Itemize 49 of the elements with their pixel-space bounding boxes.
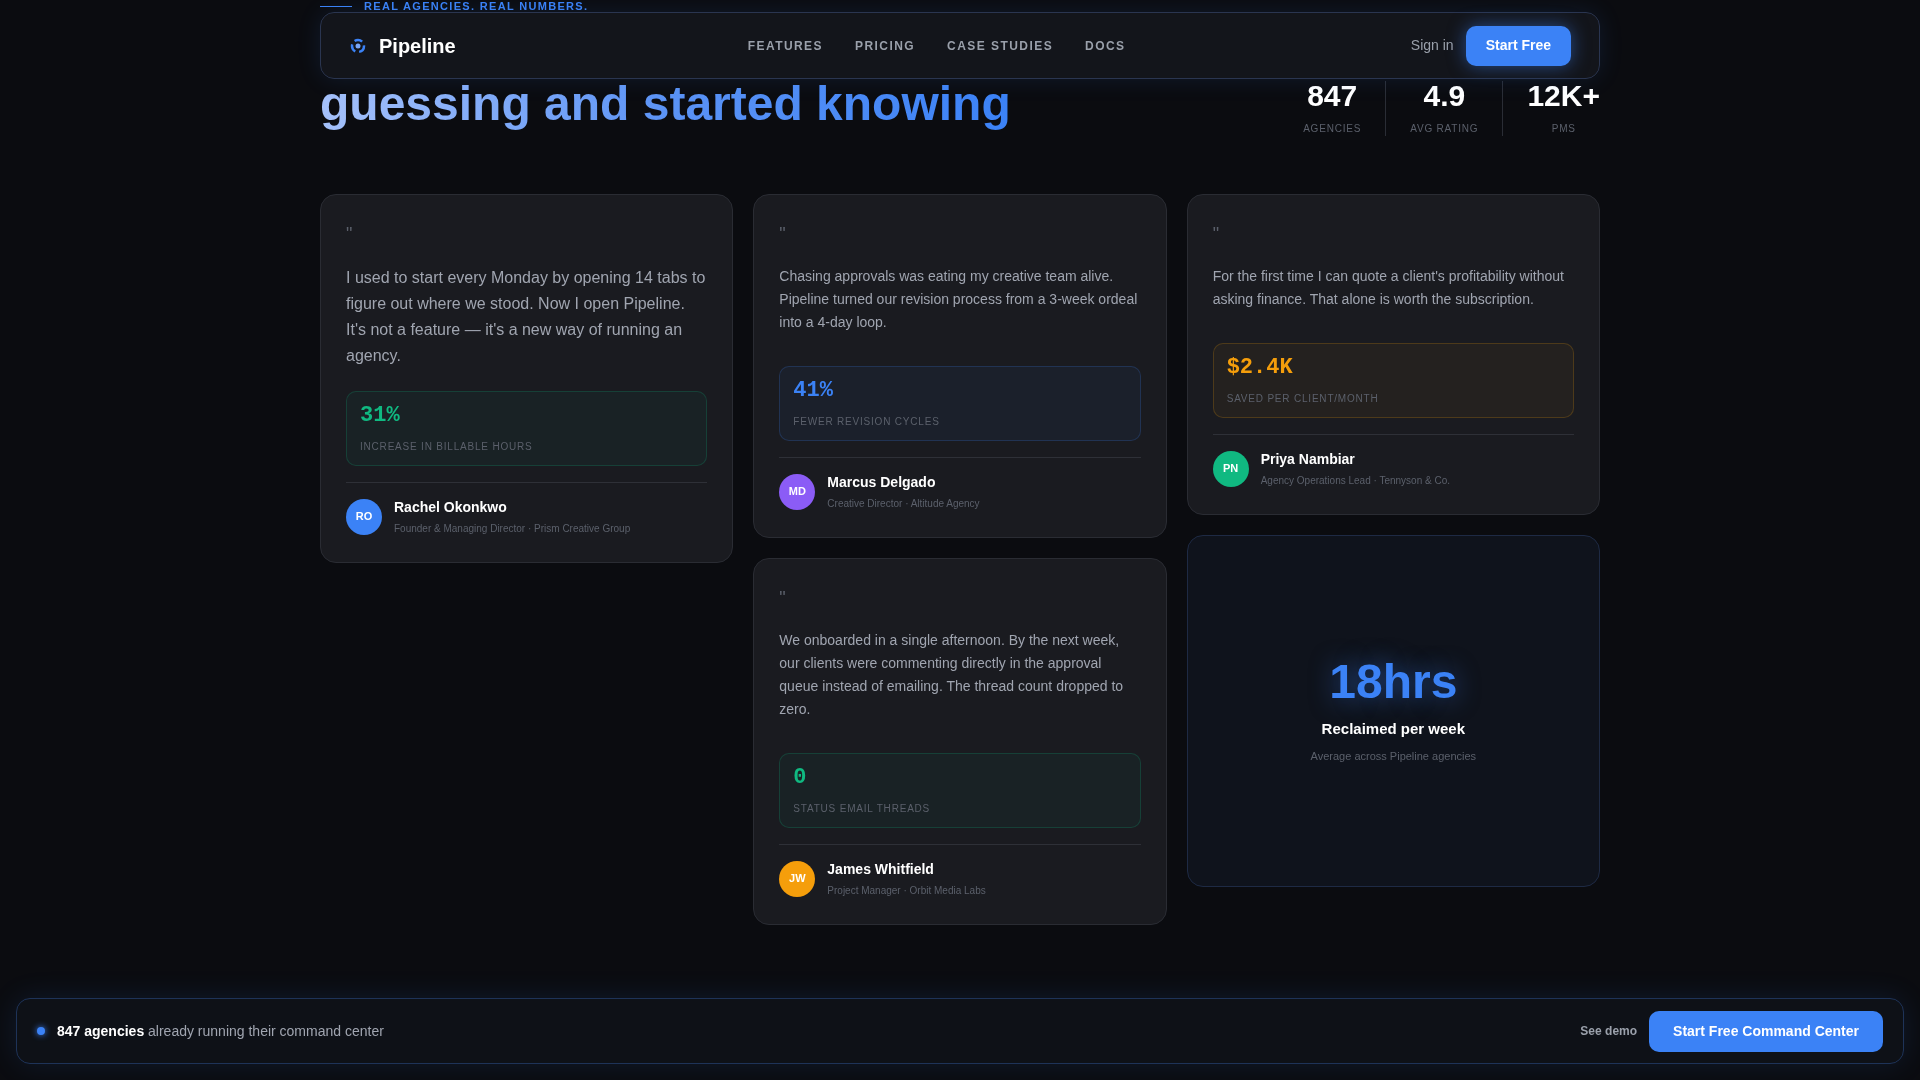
quote-text: Chasing approvals was eating my creative team alive. Pipeline turned our revision process from a 3-week ordeal into a 4-day loop. [779,267,1139,332]
nav-link[interactable]: DOCS [1085,36,1126,55]
stat-value: 18hrs [1329,657,1458,706]
quote-mark: " [346,225,354,243]
stat-value: 12K+ [1527,81,1600,111]
brand-name[interactable]: Pipeline [379,30,456,61]
see-demo-link[interactable]: See demo [1580,1022,1638,1040]
nav-link[interactable]: CASE STUDIES [947,36,1054,55]
metric-label: FEWER REVISION CYCLES [793,415,941,429]
metric-value: $2.4K [1226,357,1294,379]
avatar: RO [346,498,382,535]
avatar: PN [1212,450,1249,487]
stat-label: AGENCIES [1303,122,1362,136]
quote-text: I used to start every Monday by opening 14 tabs to figure out where we stood. Now I open Pipeline. It's not a feature — it's a new way of running an agency. [346,268,707,366]
person-role: Founder & Managing Director · Prism Creative Group [394,522,631,536]
metric-value: 41% [793,380,834,402]
stat-label: AVG RATING [1410,122,1479,136]
stat-value: 4.9 [1423,81,1466,111]
eyebrow-text: REAL AGENCIES. REAL NUMBERS. [364,0,589,12]
stat-title: Reclaimed per week [1321,718,1466,739]
person-name: Priya Nambiar [1260,450,1356,469]
nav-link[interactable]: FEATURES [747,36,823,55]
quote-mark: " [779,225,787,243]
metric-value: 31% [360,405,401,427]
sign-in-link[interactable]: Sign in [1410,35,1454,56]
stat-label: PMS [1551,122,1576,136]
stat-caption: Average across Pipeline agencies [1310,749,1477,764]
avatar: JW [779,860,816,897]
metric-label: SAVED PER CLIENT/MONTH [1226,392,1380,406]
person-name: James Whitfield [827,860,935,879]
metric-label: STATUS EMAIL THREADS [793,802,932,816]
nav-link[interactable]: PRICING [855,36,916,55]
person-role: Creative Director · Altitude Agency [827,497,980,511]
quote-mark: " [1212,225,1221,243]
start-free-command-center-button[interactable]: Start Free Command Center [1649,1010,1883,1052]
person-name: Rachel Okonkwo [394,498,508,517]
quote-mark: " [779,589,787,607]
person-role: Project Manager · Orbit Media Labs [827,884,986,898]
logo-icon [349,36,367,55]
metric-label: INCREASE IN BILLABLE HOURS [360,440,534,454]
cta-message: 847 agencies already running their command center [57,1021,384,1041]
person-role: Agency Operations Lead · Tennyson & Co. [1260,474,1451,488]
person-name: Marcus Delgado [827,473,937,492]
quote-text: For the first time I can quote a client's profitability without asking finance. That alone is worth the subscription. [1212,267,1565,309]
metric-value: 0 [793,767,808,789]
avatar: MD [779,473,816,510]
start-free-button[interactable]: Start Free [1465,25,1571,66]
quote-text: We onboarded in a single afternoon. By the next week, our clients were commenting directly in the approval queue instead of emailing. The thread count dropped to zero. [779,631,1125,719]
stat-value: 847 [1307,81,1358,111]
